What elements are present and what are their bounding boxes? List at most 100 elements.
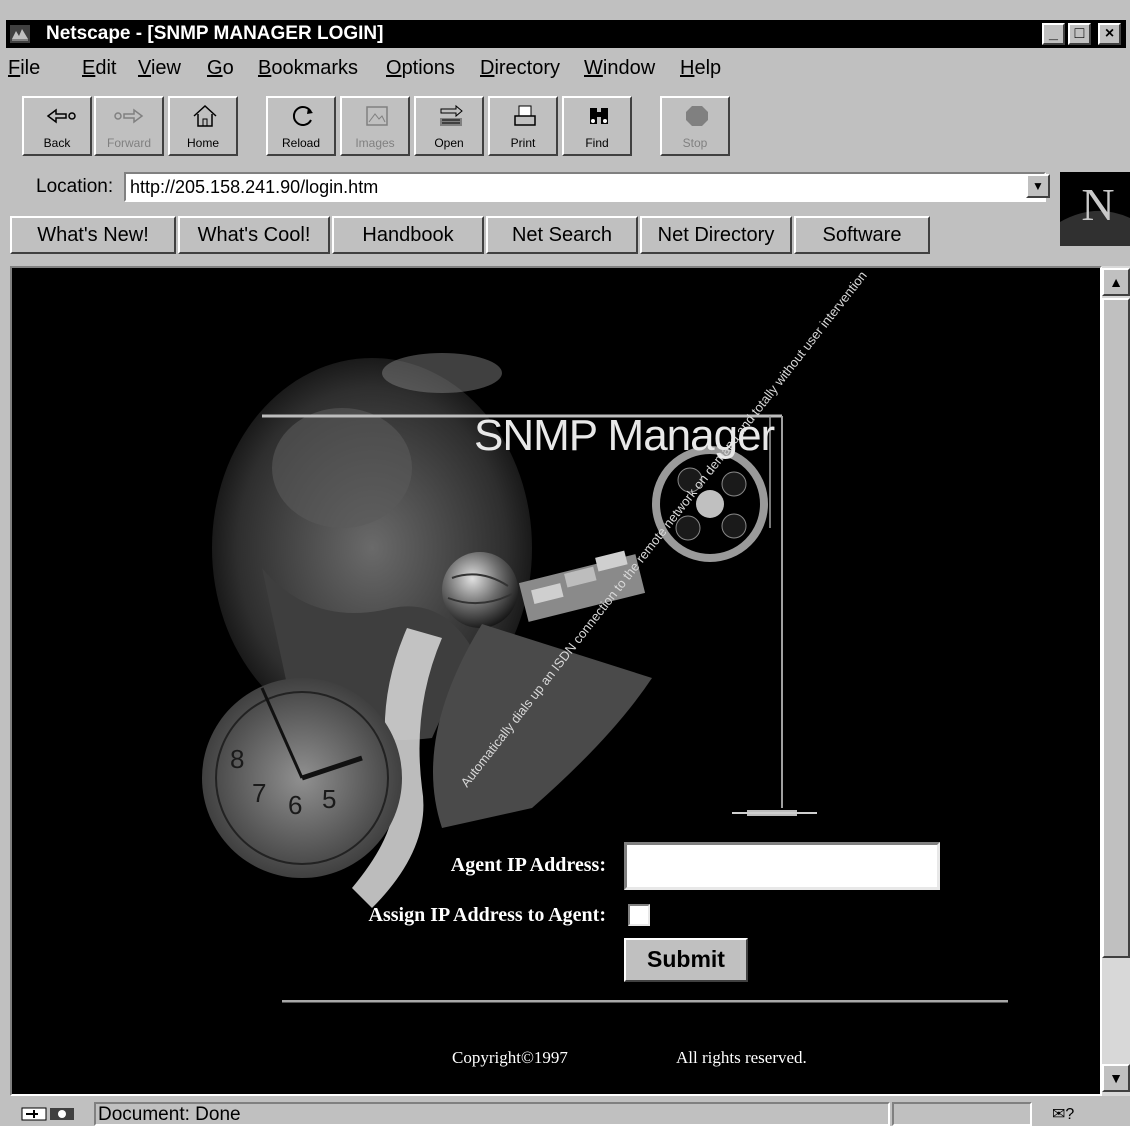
- menu-edit-accel: E: [82, 57, 96, 79]
- status-progress: [892, 1102, 1032, 1126]
- menu-file-accel: F: [8, 57, 21, 79]
- scroll-down-button[interactable]: ▼: [1102, 1064, 1130, 1092]
- page-content: Automatically dials up an ISDN connectio…: [10, 266, 1102, 1096]
- net-directory-button[interactable]: Net Directory: [640, 216, 792, 254]
- submit-button[interactable]: Submit: [624, 938, 748, 982]
- menu-options-label: ptions: [401, 57, 455, 79]
- software-button[interactable]: Software: [794, 216, 930, 254]
- back-label: Back: [43, 136, 71, 150]
- clock-numeral-5: 5: [322, 784, 336, 814]
- menu-bookmarks[interactable]: Bookmarks: [258, 57, 358, 80]
- back-button[interactable]: Back: [22, 96, 92, 156]
- agent-ip-label: Agent IP Address:: [450, 854, 606, 876]
- rights-text: All rights reserved.: [676, 1048, 807, 1067]
- menu-directory[interactable]: Directory: [480, 57, 560, 80]
- scroll-up-button[interactable]: ▲: [1102, 268, 1130, 296]
- menu-options[interactable]: Options: [386, 57, 455, 80]
- menu-window-accel: W: [584, 57, 603, 79]
- menu-directory-accel: D: [480, 57, 495, 79]
- triangle-down-icon: ▼: [1109, 1070, 1123, 1086]
- location-label: Location:: [36, 176, 114, 197]
- open-label: Open: [434, 136, 464, 150]
- status-text: Document: Done: [94, 1102, 890, 1126]
- open-button[interactable]: Open: [414, 96, 484, 156]
- agent-ip-input[interactable]: [624, 842, 940, 890]
- clock-numeral-6: 6: [288, 790, 302, 820]
- maximize-button[interactable]: □: [1068, 23, 1091, 45]
- location-url: http://205.158.241.90/login.htm: [130, 177, 379, 197]
- menu-view-accel: V: [138, 57, 151, 79]
- navigation-toolbar: Back Forward Home Reload Images Open Pri…: [6, 90, 1126, 162]
- menu-window-label: indow: [602, 57, 656, 79]
- menu-options-accel: O: [386, 57, 402, 79]
- handbook-button[interactable]: Handbook: [332, 216, 484, 254]
- maximize-icon: □: [1074, 25, 1085, 42]
- status-bar: Document: Done ✉?: [0, 1100, 1130, 1126]
- images-button[interactable]: Images: [340, 96, 410, 156]
- assign-ip-label: Assign IP Address to Agent:: [368, 904, 606, 926]
- menu-view[interactable]: View: [138, 57, 181, 80]
- open-icon: [440, 104, 463, 126]
- menu-go-label: o: [222, 57, 234, 79]
- reload-icon: [292, 106, 313, 126]
- print-label: Print: [510, 136, 536, 150]
- menu-file-label: ile: [20, 57, 41, 79]
- menu-edit[interactable]: Edit: [82, 57, 116, 80]
- location-bar: Location: http://205.158.241.90/login.ht…: [6, 168, 1056, 206]
- clock-numeral-7: 7: [252, 778, 266, 808]
- vertical-scrollbar[interactable]: ▲ ▼: [1102, 266, 1130, 1096]
- stop-icon: [686, 106, 708, 126]
- banner-title: SNMP Manager: [474, 411, 775, 460]
- find-icon: [590, 108, 608, 124]
- whats-new-button[interactable]: What's New!: [10, 216, 176, 254]
- location-input[interactable]: http://205.158.241.90/login.htm: [124, 172, 1046, 202]
- menu-help[interactable]: Help: [680, 57, 721, 80]
- back-arrow-icon: [46, 108, 76, 124]
- menu-view-label: iew: [150, 57, 181, 79]
- netscape-app-icon: [10, 25, 30, 43]
- stop-button[interactable]: Stop: [660, 96, 730, 156]
- menu-file[interactable]: File: [8, 57, 40, 80]
- forward-button[interactable]: Forward: [94, 96, 164, 156]
- logo-letter: N: [1081, 179, 1114, 230]
- assign-ip-checkbox[interactable]: [628, 904, 650, 926]
- horizontal-rule: [282, 1000, 1008, 1003]
- images-label: Images: [355, 136, 395, 150]
- forward-label: Forward: [106, 136, 151, 150]
- menu-bar: File Edit View Go Bookmarks Options Dire…: [6, 54, 1126, 84]
- menu-window[interactable]: Window: [584, 57, 655, 80]
- menu-help-label: elp: [694, 57, 722, 79]
- menu-bookmarks-accel: B: [258, 57, 272, 79]
- find-button[interactable]: Find: [562, 96, 632, 156]
- stop-label: Stop: [682, 136, 708, 150]
- print-icon: [514, 105, 536, 126]
- menu-go[interactable]: Go: [207, 57, 234, 80]
- menu-help-accel: H: [680, 57, 695, 79]
- copyright-text: Copyright©1997: [452, 1048, 568, 1067]
- triangle-up-icon: ▲: [1109, 274, 1123, 290]
- location-dropdown-button[interactable]: ▼: [1026, 174, 1050, 198]
- netscape-logo[interactable]: N: [1060, 172, 1130, 246]
- net-search-button[interactable]: Net Search: [486, 216, 638, 254]
- close-button[interactable]: ×: [1098, 23, 1121, 45]
- minimize-button[interactable]: _: [1042, 23, 1065, 45]
- close-icon: ×: [1104, 25, 1115, 42]
- title-bar[interactable]: Netscape - [SNMP MANAGER LOGIN] _ □ ×: [6, 20, 1126, 48]
- reload-button[interactable]: Reload: [266, 96, 336, 156]
- mail-icon[interactable]: ✉?: [1052, 1104, 1092, 1124]
- print-button[interactable]: Print: [488, 96, 558, 156]
- scroll-thumb[interactable]: [1102, 298, 1130, 958]
- directory-buttons-bar: What's New! What's Cool! Handbook Net Se…: [6, 214, 1056, 256]
- home-button[interactable]: Home: [168, 96, 238, 156]
- reload-label: Reload: [281, 136, 321, 150]
- whats-cool-button[interactable]: What's Cool!: [178, 216, 330, 254]
- menu-go-accel: G: [207, 57, 223, 79]
- find-label: Find: [585, 136, 609, 150]
- netscape-window: Netscape - [SNMP MANAGER LOGIN] _ □ × Fi…: [0, 0, 1130, 1126]
- menu-directory-label: irectory: [494, 57, 561, 79]
- minimize-icon: _: [1049, 25, 1058, 42]
- forward-arrow-icon: [114, 108, 144, 124]
- snmp-manager-banner-image: Automatically dials up an ISDN connectio…: [202, 268, 870, 908]
- security-key-icon: [21, 1107, 74, 1121]
- menu-edit-label: dit: [95, 57, 117, 79]
